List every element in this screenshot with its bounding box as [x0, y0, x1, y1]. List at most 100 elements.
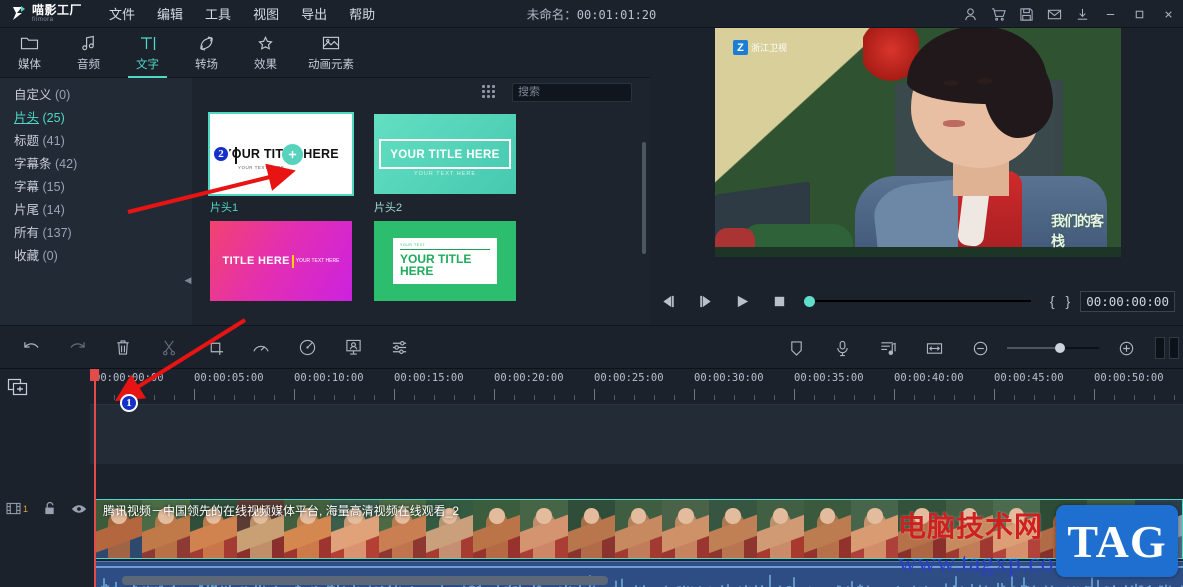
eye-icon[interactable] — [71, 503, 87, 515]
playhead[interactable] — [90, 369, 99, 587]
unlock-icon[interactable] — [43, 501, 56, 516]
undo-icon[interactable] — [8, 325, 54, 369]
template-item-3[interactable]: TITLE HERE YOUR TEXT HERE — [210, 221, 352, 306]
template-thumbnail[interactable]: YOUR TEXT YOUR TITLE HERE — [374, 221, 516, 301]
tab-transition-label: 转场 — [195, 58, 218, 71]
color-palette-icon[interactable] — [284, 325, 330, 369]
category-ending[interactable]: 片尾 (14) — [0, 199, 192, 222]
channel-logo: Z 浙江卫视 — [733, 40, 787, 55]
prev-frame-button[interactable] — [650, 286, 687, 316]
category-subtitle-bar[interactable]: 字幕条 (42) — [0, 153, 192, 176]
logo-title-en: filmora — [32, 17, 54, 23]
play-button[interactable] — [724, 286, 761, 316]
template-item-opening2[interactable]: YOUR TITLE HERE YOUR TEXT HERE 片头2 — [374, 114, 516, 215]
green-screen-icon[interactable] — [330, 325, 376, 369]
grid-scrollbar[interactable] — [642, 142, 646, 254]
menu-edit[interactable]: 编辑 — [146, 0, 194, 27]
filmora-app-window: 喵影工厂 filmora 文件 编辑 工具 视图 导出 帮助 未命名：00:01… — [0, 0, 1183, 587]
zoom-out-icon[interactable] — [957, 326, 1003, 370]
panel-collapse-handle[interactable]: ◀ — [184, 268, 192, 292]
tab-transition[interactable]: 转场 — [177, 28, 236, 78]
grid-toolbar — [192, 78, 671, 106]
speed-icon[interactable] — [238, 325, 284, 369]
mark-out-button[interactable]: } — [1066, 293, 1071, 309]
category-opening[interactable]: 片头 (25) — [0, 107, 192, 130]
empty-track-lane[interactable] — [90, 405, 1183, 464]
timeline-horizontal-scrollbar[interactable] — [122, 576, 608, 585]
tab-audio[interactable]: 音频 — [59, 28, 118, 78]
ruler-minor-tick — [574, 395, 575, 400]
category-subtitle[interactable]: 字幕 (15) — [0, 176, 192, 199]
stop-button[interactable] — [761, 286, 798, 316]
cart-icon[interactable] — [984, 0, 1012, 28]
mark-in-button[interactable]: { — [1050, 293, 1055, 309]
search-box[interactable] — [512, 82, 671, 102]
maximize-button[interactable] — [1125, 0, 1154, 28]
menu-tools[interactable]: 工具 — [194, 0, 242, 27]
ruler-major-tick — [294, 389, 295, 400]
category-title[interactable]: 标题 (41) — [0, 130, 192, 153]
category-custom[interactable]: 自定义 (0) — [0, 84, 192, 107]
mark-range-group: { } — [1050, 293, 1070, 309]
template-item-4[interactable]: YOUR TEXT YOUR TITLE HERE — [374, 221, 516, 306]
add-to-timeline-icon[interactable] — [282, 144, 303, 165]
next-frame-button[interactable] — [687, 286, 724, 316]
video-preview[interactable]: Z 浙江卫视 我们的客栈 — [715, 28, 1121, 257]
marker-icon[interactable] — [773, 326, 819, 370]
close-button[interactable] — [1154, 0, 1183, 28]
zoom-in-icon[interactable] — [1103, 326, 1149, 370]
delete-icon[interactable] — [100, 325, 146, 369]
zoom-slider[interactable] — [1007, 326, 1099, 370]
tab-effects-label: 效果 — [254, 58, 277, 71]
ruler-label: 00:00:40:00 — [894, 372, 964, 384]
playhead-handle[interactable] — [90, 369, 99, 381]
tab-effects[interactable]: 效果 — [236, 28, 295, 78]
minimize-button[interactable] — [1096, 0, 1125, 28]
tab-animation-elements[interactable]: 动画元素 — [295, 28, 367, 78]
tab-text[interactable]: 文字 — [118, 28, 177, 78]
watermark-site-name: 电脑技术网 — [898, 510, 1044, 543]
ruler-minor-tick — [114, 395, 115, 400]
mail-icon[interactable] — [1040, 0, 1068, 28]
render-preview-icon[interactable] — [1155, 337, 1179, 359]
category-label: 片头 — [14, 111, 40, 125]
scrubber-track — [809, 300, 1031, 302]
category-favorites[interactable]: 收藏 (0) — [0, 245, 192, 268]
category-all[interactable]: 所有 (137) — [0, 222, 192, 245]
template-item-opening1[interactable]: YOUR TITLE HERE YOUR TEXT HERE 片头1 — [208, 112, 354, 215]
template-thumbnail[interactable]: YOUR TITLE HERE YOUR TEXT HERE — [208, 112, 354, 196]
menu-export[interactable]: 导出 — [290, 0, 338, 27]
fit-timeline-icon[interactable] — [911, 326, 957, 370]
template-title-text: TITLE HERE — [222, 255, 290, 267]
save-icon[interactable] — [1012, 0, 1040, 28]
account-icon[interactable] — [956, 0, 984, 28]
video-clip-thumbnail — [803, 500, 851, 558]
film-strip-icon[interactable]: 1 — [6, 502, 28, 515]
scrubber-handle[interactable] — [804, 295, 815, 307]
tab-audio-label: 音频 — [77, 58, 100, 71]
adjust-sliders-icon[interactable] — [376, 325, 422, 369]
grid-view-icon[interactable] — [482, 85, 498, 99]
template-thumbnail[interactable]: TITLE HERE YOUR TEXT HERE — [210, 221, 352, 301]
ruler-label: 00:00:35:00 — [794, 372, 864, 384]
download-icon[interactable] — [1068, 0, 1096, 28]
music-note-icon — [80, 34, 97, 53]
search-input[interactable] — [518, 86, 660, 98]
tab-media[interactable]: 媒体 — [0, 28, 59, 78]
crop-icon[interactable] — [192, 325, 238, 369]
add-track-icon[interactable] — [6, 377, 30, 399]
show-logo-text: 我们的客栈 — [1051, 214, 1104, 250]
microphone-icon[interactable] — [819, 326, 865, 370]
preview-scrubber[interactable] — [800, 286, 1042, 316]
preview-timecode[interactable]: 00:00:00:00 — [1080, 290, 1175, 312]
menu-help[interactable]: 帮助 — [338, 0, 386, 27]
timeline-ruler[interactable]: 00:00:00:00 00:00:05:00 00:00:10:00 00:00:1… — [90, 369, 1183, 405]
split-scissors-icon[interactable] — [146, 325, 192, 369]
category-label: 标题 — [14, 134, 40, 148]
template-thumbnail[interactable]: YOUR TITLE HERE YOUR TEXT HERE — [374, 114, 516, 194]
menu-view[interactable]: 视图 — [242, 0, 290, 27]
redo-icon[interactable] — [54, 325, 100, 369]
audio-detach-icon[interactable] — [865, 326, 911, 370]
zoom-slider-handle[interactable] — [1055, 343, 1065, 353]
menu-file[interactable]: 文件 — [98, 0, 146, 27]
